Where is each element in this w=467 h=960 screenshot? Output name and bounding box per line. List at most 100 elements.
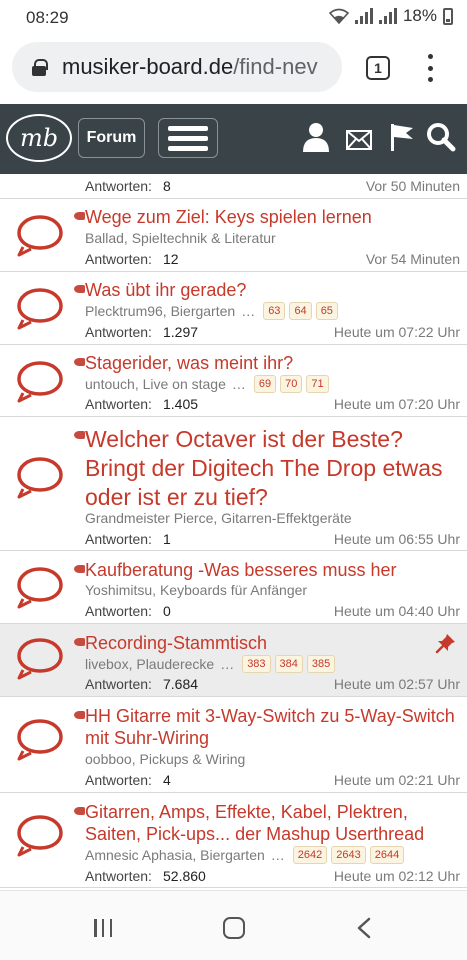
thread-stats: Antworten: 7.684 Heute um 02:57 Uhr — [85, 676, 460, 692]
signal-icon — [378, 8, 397, 24]
last-post-time[interactable]: Heute um 02:12 Uhr — [334, 868, 460, 884]
mail-icon[interactable] — [346, 130, 372, 150]
page-link[interactable]: 69 — [253, 375, 277, 393]
page-link[interactable]: 64 — [289, 302, 312, 320]
thread-author-forum: Plecktrum96, Biergarten — [85, 303, 236, 319]
url-host: musiker-board.de — [62, 54, 234, 79]
page-links: 383 384 385 — [242, 655, 336, 673]
thread-meta: livebox, Plauderecke … 383 384 385 — [85, 655, 336, 673]
replies-count: 1.297 — [163, 324, 199, 340]
home-icon[interactable] — [223, 917, 245, 939]
page-link[interactable]: 384 — [274, 655, 303, 673]
thread-stats: Antworten: 12 Vor 54 Minuten — [85, 251, 460, 267]
forum-button[interactable]: Forum — [78, 118, 145, 158]
flag-icon[interactable] — [389, 122, 415, 152]
thread-title[interactable]: Was übt ihr gerade? — [74, 279, 459, 301]
search-icon[interactable] — [426, 122, 456, 152]
thread-title[interactable]: Recording-Stammtisch — [74, 632, 459, 654]
browser-toolbar: musiker-board.de/find-nev 1 — [0, 36, 467, 104]
page-link[interactable]: 2642 — [292, 846, 328, 864]
thread-meta: untouch, Live on stage … 69 70 71 — [85, 375, 329, 393]
thread-meta: Grandmeister Pierce, Gitarren-Effektgerä… — [85, 510, 352, 526]
thread-meta: Ballad, Spieltechnik & Literatur — [85, 230, 276, 246]
status-icons: 18% — [328, 6, 453, 26]
page-link[interactable]: 2644 — [369, 846, 405, 864]
thread-row[interactable]: Kaufberatung -Was besseres muss her Yosh… — [0, 551, 467, 624]
replies-label: Antworten: — [85, 676, 152, 692]
url-path: /find-nev — [233, 54, 318, 79]
thread-meta: Plecktrum96, Biergarten … 63 64 65 — [85, 302, 338, 320]
thread-stats: Antworten: 8 Vor 50 Minuten — [85, 178, 460, 194]
last-post-time[interactable]: Heute um 02:21 Uhr — [334, 772, 460, 788]
page-link[interactable]: 2643 — [331, 846, 366, 864]
last-post-time[interactable]: Heute um 04:40 Uhr — [334, 603, 460, 619]
speech-bubble-icon — [17, 288, 63, 330]
page-link[interactable]: 65 — [315, 302, 338, 320]
thread-title[interactable]: Welcher Octaver ist der Beste? Bringt de… — [74, 425, 459, 512]
speech-bubble-icon — [17, 638, 63, 680]
recent-apps-icon[interactable] — [94, 919, 112, 937]
address-bar[interactable]: musiker-board.de/find-nev — [12, 42, 342, 92]
page-link[interactable]: 63 — [263, 302, 286, 320]
replies-count: 12 — [163, 251, 179, 267]
thread-stats: Antworten: 4 Heute um 02:21 Uhr — [85, 772, 460, 788]
last-post-time[interactable]: Heute um 06:55 Uhr — [334, 531, 460, 547]
thread-author-forum: Amnesic Aphasia, Biergarten — [85, 847, 265, 863]
page-links: 69 70 71 — [253, 375, 329, 393]
replies-label: Antworten: — [85, 251, 152, 267]
thread-title[interactable]: Stagerider, was meint ihr? — [74, 352, 459, 374]
hamburger-menu-button[interactable] — [158, 118, 218, 158]
user-icon[interactable] — [302, 122, 330, 152]
replies-label: Antworten: — [85, 868, 152, 884]
tab-switcher-button[interactable]: 1 — [366, 56, 390, 80]
thread-meta: Yoshimitsu, Keyboards für Anfänger — [85, 582, 307, 598]
page-link[interactable]: 383 — [242, 655, 271, 673]
wifi-icon — [328, 8, 349, 24]
thread-stats: Antworten: 1 Heute um 06:55 Uhr — [85, 531, 460, 547]
thread-row[interactable]: Wege zum Ziel: Keys spielen lernen Balla… — [0, 199, 467, 272]
page-link[interactable]: 385 — [306, 655, 336, 673]
last-post-time[interactable]: Heute um 07:22 Uhr — [334, 324, 460, 340]
thread-row[interactable]: Antworten: 8 Vor 50 Minuten — [0, 174, 467, 199]
back-icon[interactable] — [356, 917, 372, 939]
last-post-time[interactable]: Vor 54 Minuten — [366, 251, 460, 267]
page-link[interactable]: 70 — [280, 375, 303, 393]
speech-bubble-icon — [17, 457, 63, 499]
thread-author-forum: oobboo, Pickups & Wiring — [85, 751, 246, 767]
lock-icon — [32, 58, 48, 76]
thread-author-forum: untouch, Live on stage — [85, 376, 226, 392]
thread-row[interactable]: Welcher Octaver ist der Beste? Bringt de… — [0, 417, 467, 551]
page-link[interactable]: 71 — [306, 375, 329, 393]
last-post-time[interactable]: Heute um 02:57 Uhr — [334, 676, 460, 692]
speech-bubble-icon — [17, 361, 63, 403]
thread-title[interactable]: Wege zum Ziel: Keys spielen lernen — [74, 206, 459, 228]
thread-row-sticky[interactable]: Recording-Stammtisch livebox, Plaudereck… — [0, 624, 467, 697]
thread-row[interactable]: HH Gitarre mit 3-Way-Switch zu 5-Way-Swi… — [0, 697, 467, 793]
last-post-time[interactable]: Vor 50 Minuten — [366, 178, 460, 194]
thread-title[interactable]: Kaufberatung -Was besseres muss her — [74, 559, 459, 581]
thread-stats: Antworten: 1.405 Heute um 07:20 Uhr — [85, 396, 460, 412]
replies-label: Antworten: — [85, 324, 152, 340]
speech-bubble-icon — [17, 815, 63, 857]
thread-author-forum: Grandmeister Pierce, Gitarren-Effektgerä… — [85, 510, 352, 526]
signal-icon — [354, 8, 373, 24]
thread-title[interactable]: HH Gitarre mit 3-Way-Switch zu 5-Way-Swi… — [74, 705, 459, 749]
replies-count: 1.405 — [163, 396, 199, 412]
site-logo[interactable]: mb — [6, 114, 72, 162]
thread-row[interactable]: Gitarren, Amps, Effekte, Kabel, Plektren… — [0, 793, 467, 888]
thread-title[interactable]: Gitarren, Amps, Effekte, Kabel, Plektren… — [74, 801, 459, 845]
replies-count: 8 — [163, 178, 171, 194]
replies-label: Antworten: — [85, 603, 152, 619]
more-menu-icon[interactable] — [424, 54, 436, 82]
url-text: musiker-board.de/find-nev — [62, 54, 318, 80]
speech-bubble-icon — [17, 567, 63, 609]
speech-bubble-icon — [17, 719, 63, 761]
replies-label: Antworten: — [85, 396, 152, 412]
last-post-time[interactable]: Heute um 07:20 Uhr — [334, 396, 460, 412]
thread-row[interactable]: Was übt ihr gerade? Plecktrum96, Biergar… — [0, 272, 467, 345]
thread-row[interactable]: Stagerider, was meint ihr? untouch, Live… — [0, 345, 467, 417]
thread-author-forum: Ballad, Spieltechnik & Literatur — [85, 230, 276, 246]
replies-count: 1 — [163, 531, 171, 547]
replies-label: Antworten: — [85, 772, 152, 788]
replies-label: Antworten: — [85, 531, 152, 547]
